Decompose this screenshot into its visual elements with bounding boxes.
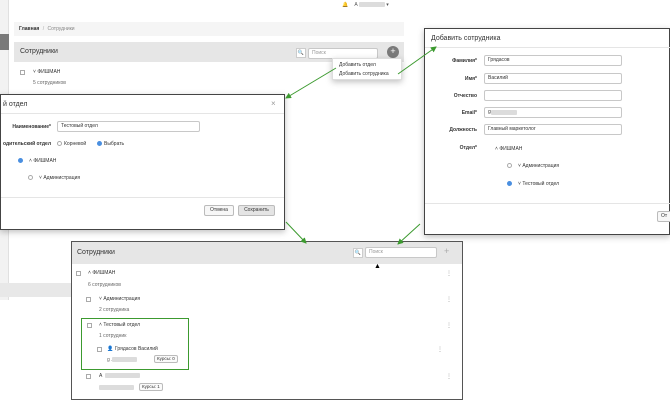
emp-tree-test-radio[interactable] [507, 181, 512, 186]
user-prefix: A [354, 2, 358, 8]
dept-save-button[interactable]: Сохранить [238, 205, 275, 216]
left-gray-bar [0, 283, 72, 297]
emp-middlename-input[interactable] [484, 90, 622, 101]
emp-tree-admin-label[interactable]: ˅ Администрация [518, 163, 559, 169]
emp-cancel-button[interactable]: От [657, 211, 670, 222]
more-icon[interactable]: ⋮ [446, 322, 452, 329]
radio-root[interactable] [57, 141, 62, 146]
emp-dialog-title: Добавить сотрудника [431, 35, 501, 42]
radio-select[interactable] [97, 141, 102, 146]
more-icon[interactable]: ⋮ [437, 346, 443, 353]
result-emp-courses[interactable]: Курсы: 0 [154, 355, 178, 363]
result-admin-label[interactable]: ˅ Администрация [99, 296, 140, 302]
result-employees-panel: Сотрудники 🔍 Поиск + ▲ ˄ ФИШМАН 6 сотруд… [71, 241, 463, 400]
emp-lastname-label: Фамилия* [452, 58, 477, 64]
more-icon[interactable]: ⋮ [446, 373, 452, 380]
dept-dialog-title: й отдел [3, 101, 28, 108]
breadcrumb-current: Сотрудники [47, 26, 75, 32]
emp-position-label: Должность [449, 127, 477, 133]
result-search-icon[interactable]: 🔍 [353, 248, 363, 258]
dept-parent-label: одительский отдел [3, 141, 51, 147]
dept-name-label: Наименование* [12, 124, 51, 130]
result-emp-checkbox[interactable] [97, 347, 102, 352]
tree-root-radio[interactable] [18, 158, 23, 163]
result-admin-count: 2 сотрудника [99, 307, 130, 313]
tree-child-radio[interactable] [28, 175, 33, 180]
menu-add-employee[interactable]: Добавить сотрудника [339, 71, 389, 77]
emp-email-redacted [112, 357, 137, 362]
result-emp-name[interactable]: Грядасов Василий [115, 346, 158, 352]
result-search-input[interactable]: Поиск [365, 247, 437, 258]
bg-root-label[interactable]: ˅ ФИШМАН [33, 69, 60, 75]
email-redacted [491, 110, 517, 115]
result-add-button[interactable]: + [444, 246, 449, 256]
breadcrumb-home[interactable]: Главная [19, 26, 39, 32]
result-panel-title: Сотрудники [77, 249, 115, 256]
close-icon[interactable]: × [271, 99, 276, 108]
result-other-checkbox[interactable] [86, 374, 91, 379]
dept-cancel-button[interactable]: Отмена [204, 205, 234, 216]
user-icon: 👤 [107, 346, 114, 352]
result-test-checkbox[interactable] [87, 323, 92, 328]
add-employee-dialog: Добавить сотрудника Фамилия* Грядасов Им… [424, 28, 670, 235]
radio-select-label: Выбрать [104, 141, 125, 147]
chevron-down-icon: ▾ [386, 2, 389, 8]
emp-email-label: Email* [461, 110, 477, 116]
top-user-menu[interactable]: 🔔 A ▾ [342, 2, 389, 8]
add-dropdown-menu: Добавить отдел Добавить сотрудника [332, 58, 402, 80]
emp-tree-test-label[interactable]: ˅ Тестовый отдел [518, 181, 559, 187]
result-panel-header: Сотрудники 🔍 Поиск + [72, 242, 462, 264]
emp-tree-admin-radio[interactable] [507, 163, 512, 168]
emp-firstname-label: Имя* [464, 76, 477, 82]
result-root-label[interactable]: ˄ ФИШМАН [88, 270, 115, 276]
add-department-dialog: й отдел × Наименование* Тестовый отдел о… [0, 94, 285, 230]
radio-root-label: Корневой [64, 141, 87, 147]
search-icon[interactable]: 🔍 [296, 48, 306, 58]
emp-firstname-input[interactable]: Василий [484, 73, 622, 84]
result-other-courses[interactable]: Курсы: 1 [139, 383, 163, 391]
result-test-count: 1 сотрудник [99, 333, 127, 339]
sidebar-dark-block [0, 34, 9, 50]
result-root-count: 6 сотрудников [88, 282, 121, 288]
other-email-redacted [99, 385, 134, 390]
bg-root-checkbox[interactable] [20, 70, 25, 75]
emp-dept-label: Отдел* [459, 145, 477, 151]
emp-lastname-input[interactable]: Грядасов [484, 55, 622, 66]
breadcrumb: Главная / Сотрудники [14, 22, 404, 36]
other-name-redacted [105, 373, 140, 378]
more-icon[interactable]: ⋮ [446, 270, 452, 277]
add-button-highlighted[interactable]: + [387, 46, 399, 58]
emp-middlename-label: Отчество [453, 93, 477, 99]
user-name-redacted [358, 2, 385, 8]
result-test-label[interactable]: ˄ Тестовый отдел [99, 322, 140, 328]
dept-name-input[interactable]: Тестовый отдел [57, 121, 200, 132]
bell-icon[interactable]: 🔔 [342, 2, 348, 8]
emp-tree-root[interactable]: ˄ ФИШМАН [495, 146, 522, 152]
mouse-cursor-icon: ▲ [374, 263, 381, 270]
result-root-checkbox[interactable] [76, 271, 81, 276]
arrow-from-dept-dialog [285, 221, 307, 244]
tree-root-label[interactable]: ˄ ФИШМАН [29, 158, 56, 164]
emp-position-input[interactable]: Главный маркетолог [484, 124, 622, 135]
result-admin-checkbox[interactable] [86, 297, 91, 302]
more-icon[interactable]: ⋮ [446, 296, 452, 303]
bg-panel-title: Сотрудники [20, 48, 58, 55]
menu-add-department[interactable]: Добавить отдел [339, 62, 376, 68]
result-other-prefix: А [99, 373, 103, 379]
tree-child-label[interactable]: ˅ Администрация [39, 175, 80, 181]
bg-root-count: 5 сотрудников [33, 80, 66, 86]
